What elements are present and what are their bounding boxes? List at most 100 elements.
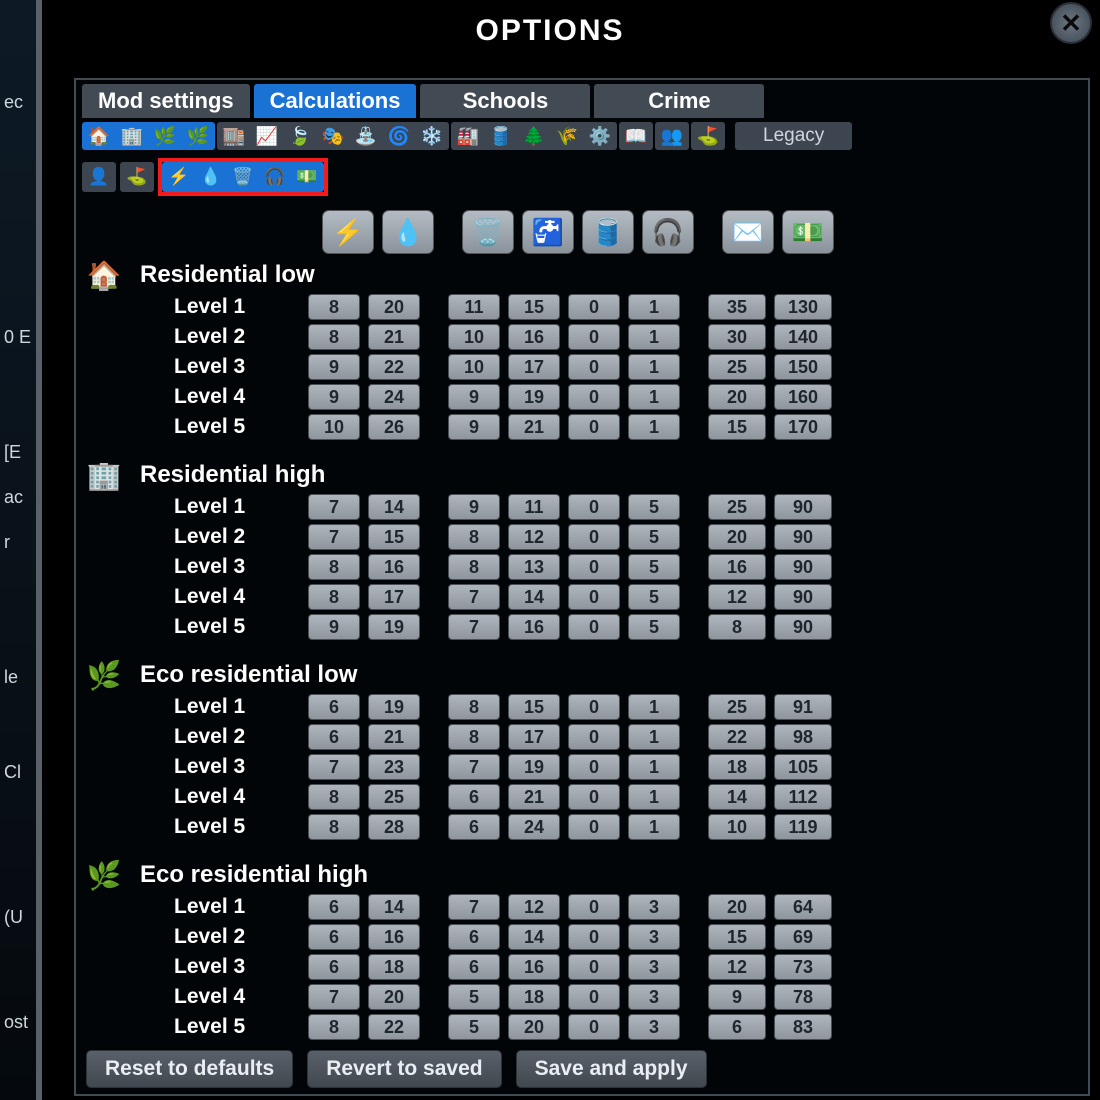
value-cell[interactable]: 0 (568, 984, 620, 1010)
value-cell[interactable]: 12 (508, 894, 560, 920)
value-cell[interactable]: 20 (508, 1014, 560, 1040)
subcategory-icon[interactable]: 🎧 (260, 164, 290, 190)
category-icon[interactable]: ⛲ (350, 123, 382, 149)
value-cell[interactable]: 8 (308, 814, 360, 840)
value-cell[interactable]: 105 (774, 754, 832, 780)
value-cell[interactable]: 1 (628, 694, 680, 720)
category-icon[interactable]: 🌲 (518, 123, 550, 149)
value-cell[interactable]: 11 (508, 494, 560, 520)
category-icon[interactable]: 🛢️ (485, 123, 517, 149)
reset-defaults-button[interactable]: Reset to defaults (86, 1050, 293, 1088)
category-icon[interactable]: 🏬 (218, 123, 250, 149)
icon-group[interactable]: 🏭🛢️🌲🌾⚙️ (451, 122, 617, 150)
value-cell[interactable]: 21 (508, 784, 560, 810)
value-cell[interactable]: 0 (568, 494, 620, 520)
value-cell[interactable]: 11 (448, 294, 500, 320)
value-cell[interactable]: 15 (508, 694, 560, 720)
value-cell[interactable]: 17 (508, 724, 560, 750)
category-icon[interactable]: ⛳ (692, 123, 724, 149)
value-cell[interactable]: 20 (708, 524, 766, 550)
icon-group[interactable]: 👤 (82, 162, 116, 192)
value-cell[interactable]: 7 (448, 614, 500, 640)
value-cell[interactable]: 5 (448, 984, 500, 1010)
value-cell[interactable]: 8 (308, 324, 360, 350)
value-cell[interactable]: 22 (708, 724, 766, 750)
value-cell[interactable]: 0 (568, 1014, 620, 1040)
value-cell[interactable]: 90 (774, 524, 832, 550)
category-icon[interactable]: 🍃 (284, 123, 316, 149)
value-cell[interactable]: 26 (368, 414, 420, 440)
value-cell[interactable]: 13 (508, 554, 560, 580)
value-cell[interactable]: 17 (508, 354, 560, 380)
value-cell[interactable]: 9 (308, 384, 360, 410)
value-cell[interactable]: 90 (774, 554, 832, 580)
value-cell[interactable]: 20 (368, 984, 420, 1010)
category-icon[interactable]: 📖 (620, 123, 652, 149)
value-cell[interactable]: 19 (508, 754, 560, 780)
value-cell[interactable]: 112 (774, 784, 832, 810)
subcategory-icon[interactable]: 💵 (292, 164, 322, 190)
value-cell[interactable]: 8 (448, 524, 500, 550)
value-cell[interactable]: 1 (628, 324, 680, 350)
category-icon[interactable]: 🏠 (83, 123, 115, 149)
value-cell[interactable]: 8 (308, 584, 360, 610)
value-cell[interactable]: 16 (368, 924, 420, 950)
value-cell[interactable]: 7 (448, 894, 500, 920)
value-cell[interactable]: 1 (628, 754, 680, 780)
value-cell[interactable]: 15 (708, 414, 766, 440)
tab-mod-settings[interactable]: Mod settings (82, 84, 250, 118)
value-cell[interactable]: 5 (448, 1014, 500, 1040)
category-icon[interactable]: 🏢 (116, 123, 148, 149)
value-cell[interactable]: 7 (308, 754, 360, 780)
value-cell[interactable]: 0 (568, 414, 620, 440)
value-cell[interactable]: 0 (568, 724, 620, 750)
value-cell[interactable]: 6 (448, 924, 500, 950)
value-cell[interactable]: 1 (628, 784, 680, 810)
value-cell[interactable]: 3 (628, 894, 680, 920)
value-cell[interactable]: 5 (628, 524, 680, 550)
tab-schools[interactable]: Schools (420, 84, 590, 118)
revert-saved-button[interactable]: Revert to saved (307, 1050, 501, 1088)
value-cell[interactable]: 10 (708, 814, 766, 840)
value-cell[interactable]: 0 (568, 524, 620, 550)
value-cell[interactable]: 1 (628, 384, 680, 410)
value-cell[interactable]: 8 (308, 784, 360, 810)
value-cell[interactable]: 6 (708, 1014, 766, 1040)
value-cell[interactable]: 10 (448, 324, 500, 350)
value-cell[interactable]: 0 (568, 694, 620, 720)
value-cell[interactable]: 12 (708, 954, 766, 980)
value-cell[interactable]: 16 (508, 954, 560, 980)
value-cell[interactable]: 90 (774, 614, 832, 640)
value-cell[interactable]: 24 (508, 814, 560, 840)
value-cell[interactable]: 0 (568, 354, 620, 380)
subcategory-icon[interactable]: ⚡ (164, 164, 194, 190)
value-cell[interactable]: 0 (568, 894, 620, 920)
value-cell[interactable]: 7 (308, 984, 360, 1010)
value-cell[interactable]: 12 (708, 584, 766, 610)
value-cell[interactable]: 1 (628, 724, 680, 750)
value-cell[interactable]: 0 (568, 324, 620, 350)
subcategory-icon[interactable]: ⛳ (122, 164, 152, 190)
value-cell[interactable]: 9 (308, 354, 360, 380)
value-cell[interactable]: 6 (448, 784, 500, 810)
value-cell[interactable]: 0 (568, 924, 620, 950)
value-cell[interactable]: 18 (708, 754, 766, 780)
category-icon[interactable]: 👥 (656, 123, 688, 149)
value-cell[interactable]: 90 (774, 584, 832, 610)
value-cell[interactable]: 83 (774, 1014, 832, 1040)
value-cell[interactable]: 15 (368, 524, 420, 550)
value-cell[interactable]: 19 (508, 384, 560, 410)
value-cell[interactable]: 73 (774, 954, 832, 980)
value-cell[interactable]: 25 (708, 494, 766, 520)
value-cell[interactable]: 25 (708, 354, 766, 380)
subcategory-icon[interactable]: 💧 (196, 164, 226, 190)
value-cell[interactable]: 98 (774, 724, 832, 750)
value-cell[interactable]: 3 (628, 924, 680, 950)
value-cell[interactable]: 10 (308, 414, 360, 440)
category-icon[interactable]: 🌿 (182, 123, 214, 149)
value-cell[interactable]: 18 (368, 954, 420, 980)
icon-group[interactable]: ⚡💧🗑️🎧💵 (162, 162, 324, 192)
value-cell[interactable]: 119 (774, 814, 832, 840)
value-cell[interactable]: 0 (568, 814, 620, 840)
value-cell[interactable]: 3 (628, 954, 680, 980)
